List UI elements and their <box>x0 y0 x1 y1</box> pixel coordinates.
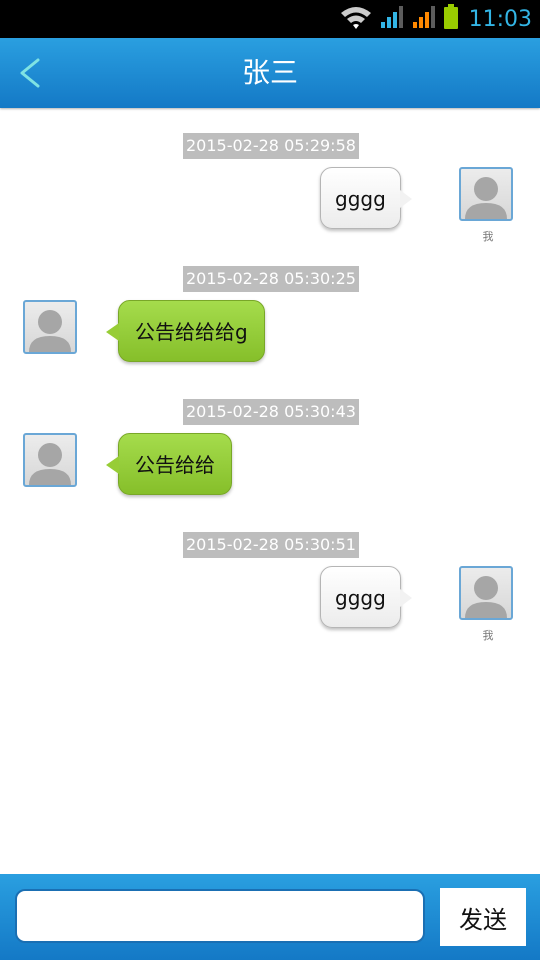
chevron-left-icon <box>8 58 54 104</box>
message-timestamp: 2015-02-28 05:29:58 <box>183 133 359 159</box>
message-timestamp: 2015-02-28 05:30:43 <box>183 399 359 425</box>
sender-label: 我 <box>482 230 494 243</box>
message-bubble-incoming[interactable]: 公告给给给g <box>106 300 265 362</box>
avatar[interactable] <box>459 566 513 620</box>
message-input[interactable] <box>15 889 425 943</box>
message-bubble-outgoing[interactable]: gggg <box>320 566 412 628</box>
avatar[interactable] <box>23 300 77 354</box>
message-list[interactable]: 2015-02-28 05:29:58 gggg 我 2015-02-28 05… <box>0 108 540 874</box>
status-clock: 11:03 <box>468 6 532 32</box>
avatar[interactable] <box>459 167 513 221</box>
page-title: 张三 <box>241 56 298 89</box>
sender-label: 我 <box>482 629 494 642</box>
title-bar: 张三 <box>0 38 540 108</box>
message-timestamp: 2015-02-28 05:30:25 <box>183 266 359 292</box>
send-button[interactable]: 发送 <box>440 888 526 946</box>
wifi-icon <box>339 4 373 34</box>
status-bar: 11:03 <box>0 0 540 38</box>
avatar[interactable] <box>23 433 77 487</box>
battery-icon <box>443 4 459 34</box>
status-icons: 11:03 <box>333 0 532 38</box>
message-bubble-incoming[interactable]: 公告给给 <box>106 433 232 495</box>
back-button[interactable] <box>8 46 54 100</box>
signal-icon <box>411 4 437 34</box>
message-timestamp: 2015-02-28 05:30:51 <box>183 532 359 558</box>
signal-icon <box>379 4 405 34</box>
message-bubble-outgoing[interactable]: gggg <box>320 167 412 229</box>
